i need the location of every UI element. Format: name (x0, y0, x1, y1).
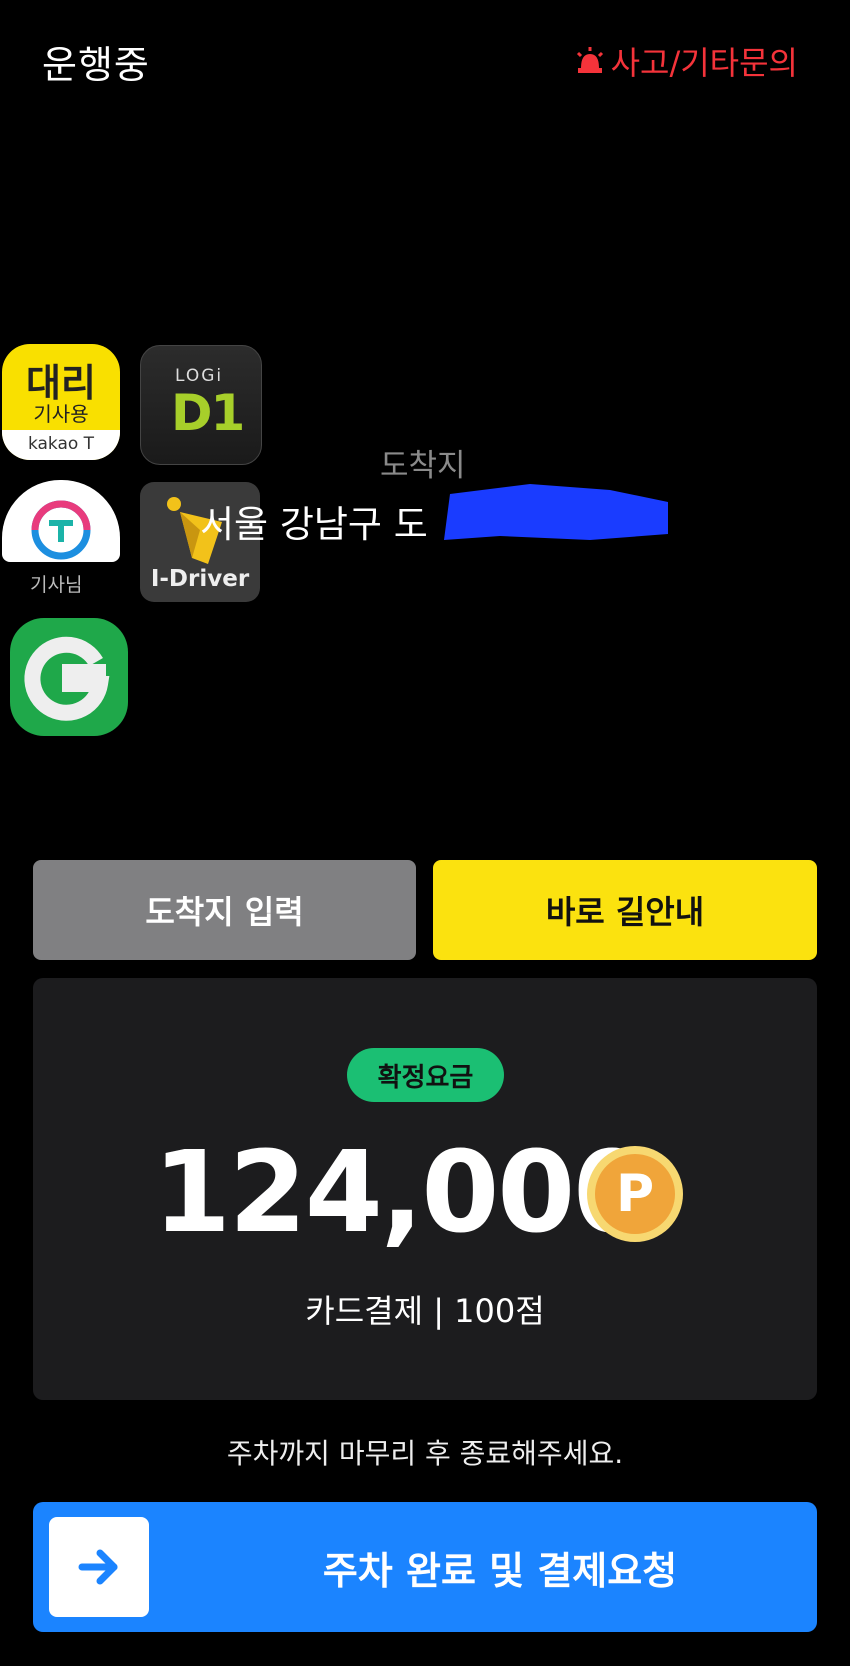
redaction-mark (444, 484, 668, 540)
kakao-brand-label: kakao T (2, 430, 120, 460)
arrow-right-icon (49, 1517, 149, 1617)
t-driver-app-label: 기사님 (30, 574, 83, 596)
siren-icon (576, 47, 603, 73)
t-logo-icon (31, 500, 91, 560)
logi-d1-app-icon[interactable]: LOGi D1 (140, 345, 262, 465)
destination-address: 서울 강남구 도 (200, 503, 428, 546)
point-symbol: P (595, 1154, 675, 1234)
g-app-icon[interactable] (10, 618, 128, 736)
complete-button-label: 주차 완료 및 결제요청 (322, 1548, 678, 1593)
logi-big-label: D1 (171, 384, 245, 442)
g-logo-icon (24, 636, 110, 721)
logi-small-label: LOGi (175, 366, 224, 386)
payment-detail: 카드결제 | 100점 (305, 1292, 545, 1330)
kakao-driver-app-icon[interactable]: 대리 기사용 kakao T (2, 344, 120, 460)
kakao-app-subtitle: 기사용 (33, 402, 89, 426)
parking-instruction: 주차까지 마무리 후 종료해주세요. (226, 1437, 624, 1470)
trip-status-title: 운행중 (42, 43, 150, 87)
complete-parking-payment-button[interactable]: 주차 완료 및 결제요청 (33, 1502, 817, 1632)
fare-amount: 124,000 (153, 1128, 651, 1258)
i-driver-app-label: I-Driver (150, 566, 250, 592)
fixed-fare-badge: 확정요금 (347, 1048, 504, 1102)
report-inquiry-link[interactable]: 사고/기타문의 (573, 38, 798, 84)
enter-destination-button[interactable]: 도착지 입력 (33, 860, 416, 960)
fare-card: 확정요금 124,000 P 카드결제 | 100점 (33, 978, 817, 1400)
point-coin-icon: P (587, 1146, 683, 1242)
report-inquiry-label: 사고/기타문의 (610, 44, 798, 82)
t-driver-app-icon[interactable] (2, 480, 120, 562)
navigate-now-button[interactable]: 바로 길안내 (433, 860, 817, 960)
